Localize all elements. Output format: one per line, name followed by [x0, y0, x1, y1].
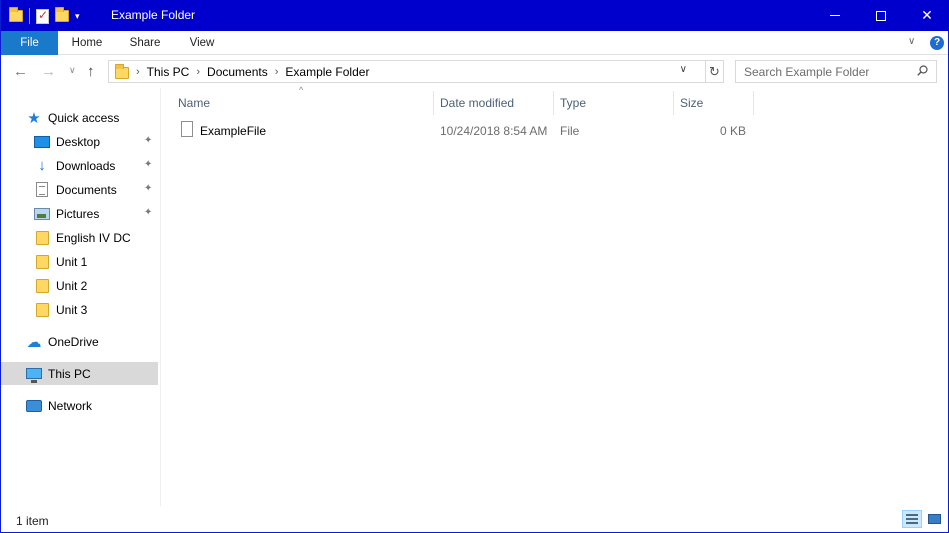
file-explorer-window: ▾ Example Folder ✕ File Home Share View … — [0, 0, 949, 533]
sidebar-item-unit-3[interactable]: Unit 3 — [1, 298, 158, 321]
new-folder-icon[interactable] — [55, 7, 69, 22]
customize-toolbar-chevron-icon[interactable]: ▾ — [75, 11, 80, 22]
toolbar-divider — [29, 8, 30, 24]
minimize-button[interactable] — [812, 0, 858, 31]
column-header-name[interactable]: Name — [172, 91, 434, 115]
sidebar-item-downloads[interactable]: ↓ Downloads ✦ — [1, 154, 158, 177]
documents-icon — [36, 182, 48, 197]
properties-icon[interactable] — [36, 8, 49, 24]
sidebar-item-documents[interactable]: Documents ✦ — [1, 178, 158, 201]
network-icon — [26, 399, 42, 412]
ribbon-tabs: File Home Share View ∨ ? — [1, 31, 948, 55]
pictures-icon — [34, 207, 50, 220]
breadcrumb-this-pc[interactable]: This PC — [147, 65, 190, 79]
close-icon: ✕ — [921, 7, 933, 23]
computer-icon — [26, 368, 42, 383]
search-icon[interactable] — [917, 65, 928, 76]
sidebar-item-label: Documents — [56, 182, 117, 197]
maximize-icon — [876, 10, 886, 21]
file-type: File — [560, 124, 580, 138]
file-list: ^ Name Date modified Type Size ExampleFi… — [162, 85, 948, 506]
cloud-icon: ☁ — [26, 333, 42, 351]
sidebar-item-label: OneDrive — [48, 334, 99, 349]
maximize-button[interactable] — [858, 0, 904, 31]
address-bar[interactable]: › This PC › Documents › Example Folder ∨ — [108, 60, 706, 83]
column-header-date-modified[interactable]: Date modified — [434, 91, 554, 115]
recent-locations-chevron-icon[interactable]: ∨ — [69, 65, 76, 76]
sidebar-item-desktop[interactable]: Desktop ✦ — [1, 130, 158, 153]
navigation-bar: ← → ∨ ↑ › This PC › Documents › Example … — [1, 56, 948, 88]
forward-arrow-icon[interactable]: → — [41, 63, 56, 80]
item-count: 1 item — [16, 514, 49, 528]
tab-share[interactable]: Share — [116, 31, 174, 55]
sidebar-item-label: Unit 1 — [56, 254, 88, 269]
sidebar-item-label: English IV DC — [56, 230, 131, 245]
breadcrumb-example-folder[interactable]: Example Folder — [285, 65, 369, 79]
column-header-type[interactable]: Type — [554, 91, 674, 115]
sidebar-item-label: Pictures — [56, 206, 100, 221]
sidebar-item-this-pc[interactable]: This PC — [1, 362, 158, 385]
details-view-button[interactable] — [902, 510, 922, 528]
sidebar-item-label: Desktop — [56, 134, 101, 149]
address-history-chevron-icon[interactable]: ∨ — [680, 64, 687, 75]
pin-icon: ✦ — [144, 159, 153, 170]
sidebar-item-unit-2[interactable]: Unit 2 — [1, 274, 158, 297]
expand-ribbon-chevron-icon[interactable]: ∨ — [908, 36, 915, 47]
tab-view[interactable]: View — [174, 31, 230, 55]
sidebar-item-english-iv-dc[interactable]: English IV DC — [1, 226, 158, 249]
refresh-icon[interactable]: ↻ — [706, 60, 724, 83]
folder-icon — [35, 278, 49, 293]
help-icon[interactable]: ? — [930, 36, 944, 50]
details-view-icon — [906, 514, 918, 524]
column-header-size[interactable]: Size — [674, 91, 754, 115]
pin-icon: ✦ — [144, 135, 153, 146]
address-folder-icon — [115, 64, 129, 79]
breadcrumb-documents[interactable]: Documents — [207, 65, 268, 79]
pin-icon: ✦ — [144, 207, 153, 218]
sidebar-item-unit-1[interactable]: Unit 1 — [1, 250, 158, 273]
large-icons-view-icon — [927, 514, 941, 524]
title-bar: ▾ Example Folder ✕ — [1, 0, 949, 31]
large-icons-view-button[interactable] — [924, 510, 944, 528]
sidebar-item-pictures[interactable]: Pictures ✦ — [1, 202, 158, 225]
quick-access-toolbar: ▾ — [9, 7, 80, 25]
sidebar-item-label: Unit 2 — [56, 278, 88, 293]
back-arrow-icon[interactable]: ← — [13, 63, 28, 80]
search-input[interactable] — [736, 61, 911, 82]
sidebar-item-label: Downloads — [56, 158, 116, 173]
tab-file[interactable]: File — [1, 31, 58, 55]
sidebar-item-quick-access[interactable]: ★ Quick access — [1, 106, 158, 129]
folder-icon — [35, 254, 49, 269]
desktop-icon — [34, 135, 50, 148]
sidebar-item-label: This PC — [48, 366, 91, 381]
folder-icon — [9, 7, 23, 22]
navigation-pane: ★ Quick access Desktop ✦ ↓ Downloads ✦ D… — [1, 88, 161, 506]
folder-icon — [35, 230, 49, 245]
close-button[interactable]: ✕ — [904, 0, 949, 31]
file-date-modified: 10/24/2018 8:54 AM — [440, 124, 548, 138]
search-box[interactable] — [735, 60, 937, 83]
sidebar-item-label: Quick access — [48, 110, 120, 125]
file-size: 0 KB — [719, 124, 746, 138]
file-row[interactable]: ExampleFile 10/24/2018 8:54 AM File 0 KB — [172, 120, 754, 142]
folder-icon — [35, 302, 49, 317]
file-icon — [181, 121, 193, 137]
sidebar-item-label: Unit 3 — [56, 302, 88, 317]
downloads-icon: ↓ — [38, 157, 46, 174]
star-icon: ★ — [27, 109, 41, 127]
breadcrumb-separator-icon[interactable]: › — [196, 66, 200, 78]
file-name: ExampleFile — [200, 124, 267, 138]
status-bar: 1 item — [1, 506, 948, 532]
minimize-icon — [830, 15, 840, 16]
window-title: Example Folder — [111, 8, 196, 22]
breadcrumb-separator-icon[interactable]: › — [275, 66, 279, 78]
pin-icon: ✦ — [144, 183, 153, 194]
breadcrumb-separator-icon[interactable]: › — [136, 66, 140, 78]
sidebar-item-label: Network — [48, 398, 93, 413]
sidebar-item-onedrive[interactable]: ☁ OneDrive — [1, 330, 158, 353]
up-arrow-icon[interactable]: ↑ — [87, 63, 95, 80]
tab-home[interactable]: Home — [58, 31, 116, 55]
sidebar-item-network[interactable]: Network — [1, 394, 158, 417]
